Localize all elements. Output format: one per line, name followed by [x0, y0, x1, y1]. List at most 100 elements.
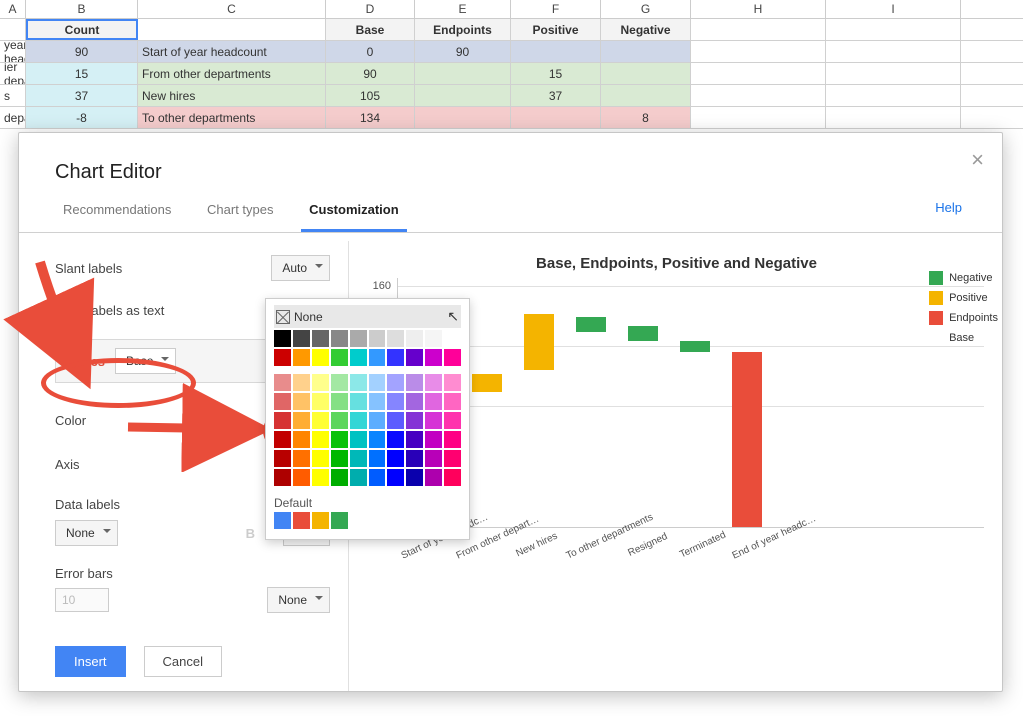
- swatch[interactable]: [350, 450, 367, 467]
- swatch[interactable]: [387, 469, 404, 486]
- swatch[interactable]: [274, 450, 291, 467]
- swatch[interactable]: [387, 374, 404, 391]
- col-B[interactable]: B: [26, 0, 138, 18]
- swatch[interactable]: [369, 374, 386, 391]
- swatch[interactable]: [350, 431, 367, 448]
- swatch[interactable]: [369, 393, 386, 410]
- col-I[interactable]: I: [826, 0, 961, 18]
- swatch[interactable]: [425, 330, 442, 347]
- swatch[interactable]: [293, 330, 310, 347]
- header-negative[interactable]: Negative: [601, 19, 691, 40]
- swatch[interactable]: [406, 469, 423, 486]
- swatch[interactable]: [425, 469, 442, 486]
- swatch[interactable]: [312, 469, 329, 486]
- swatch[interactable]: [350, 330, 367, 347]
- swatch[interactable]: [406, 393, 423, 410]
- swatch[interactable]: [331, 349, 348, 366]
- swatch[interactable]: [425, 450, 442, 467]
- swatch[interactable]: [387, 330, 404, 347]
- close-icon[interactable]: ×: [971, 147, 984, 173]
- header-endpoints[interactable]: Endpoints: [415, 19, 511, 40]
- swatch[interactable]: [293, 393, 310, 410]
- col-D[interactable]: D: [326, 0, 415, 18]
- error-bars-type[interactable]: None: [267, 587, 330, 613]
- swatch[interactable]: [350, 412, 367, 429]
- swatch[interactable]: [406, 330, 423, 347]
- swatch[interactable]: [387, 431, 404, 448]
- swatch[interactable]: [425, 412, 442, 429]
- col-G[interactable]: G: [601, 0, 691, 18]
- tab-chart-types[interactable]: Chart types: [199, 192, 281, 229]
- data-labels-select[interactable]: None: [55, 520, 118, 546]
- swatch[interactable]: [369, 330, 386, 347]
- default-swatch[interactable]: [312, 512, 329, 529]
- swatch[interactable]: [369, 469, 386, 486]
- swatch[interactable]: [387, 349, 404, 366]
- col-E[interactable]: E: [415, 0, 511, 18]
- table-row[interactable]: departments -8 To other departments 134 …: [0, 107, 1023, 129]
- swatch[interactable]: [444, 431, 461, 448]
- swatch[interactable]: [406, 374, 423, 391]
- col-H[interactable]: H: [691, 0, 826, 18]
- swatch[interactable]: [406, 412, 423, 429]
- swatch[interactable]: [331, 374, 348, 391]
- swatch[interactable]: [274, 412, 291, 429]
- header-count[interactable]: Count: [26, 19, 138, 40]
- swatch[interactable]: [425, 431, 442, 448]
- col-F[interactable]: F: [511, 0, 601, 18]
- swatch[interactable]: [425, 393, 442, 410]
- swatch[interactable]: [274, 374, 291, 391]
- swatch[interactable]: [444, 412, 461, 429]
- help-link[interactable]: Help: [935, 200, 962, 215]
- swatch[interactable]: [312, 450, 329, 467]
- swatch[interactable]: [274, 330, 291, 347]
- swatch[interactable]: [274, 349, 291, 366]
- swatch[interactable]: [369, 412, 386, 429]
- swatch[interactable]: [274, 393, 291, 410]
- insert-button[interactable]: Insert: [55, 646, 126, 677]
- error-bars-input[interactable]: [55, 588, 109, 612]
- swatch[interactable]: [369, 450, 386, 467]
- swatch[interactable]: [312, 431, 329, 448]
- swatch[interactable]: [293, 412, 310, 429]
- swatch[interactable]: [274, 469, 291, 486]
- swatch[interactable]: [387, 412, 404, 429]
- cancel-button[interactable]: Cancel: [144, 646, 222, 677]
- swatch[interactable]: [293, 469, 310, 486]
- swatch[interactable]: [331, 431, 348, 448]
- tab-recommendations[interactable]: Recommendations: [55, 192, 179, 229]
- swatch[interactable]: [406, 349, 423, 366]
- tab-customization[interactable]: Customization: [301, 192, 407, 232]
- swatch[interactable]: [425, 374, 442, 391]
- swatch[interactable]: [331, 412, 348, 429]
- swatch[interactable]: [274, 431, 291, 448]
- swatch[interactable]: [387, 393, 404, 410]
- table-row[interactable]: s 37 New hires 105 37: [0, 85, 1023, 107]
- table-row[interactable]: year headcount 90 Start of year headcoun…: [0, 41, 1023, 63]
- swatch[interactable]: [331, 450, 348, 467]
- swatch[interactable]: [369, 349, 386, 366]
- swatch[interactable]: [331, 469, 348, 486]
- swatch[interactable]: [293, 374, 310, 391]
- swatch[interactable]: [444, 349, 461, 366]
- swatch[interactable]: [312, 330, 329, 347]
- series-value[interactable]: Base: [115, 348, 176, 374]
- slant-labels-select[interactable]: Auto: [271, 255, 330, 281]
- swatch[interactable]: [312, 349, 329, 366]
- header-base[interactable]: Base: [326, 19, 415, 40]
- default-swatch[interactable]: [331, 512, 348, 529]
- bold-button[interactable]: B: [246, 526, 255, 541]
- col-C[interactable]: C: [138, 0, 326, 18]
- col-A[interactable]: A: [0, 0, 26, 18]
- swatch[interactable]: [350, 374, 367, 391]
- swatch[interactable]: [444, 374, 461, 391]
- swatch[interactable]: [293, 450, 310, 467]
- swatch[interactable]: [331, 393, 348, 410]
- swatch[interactable]: [312, 412, 329, 429]
- swatch[interactable]: [350, 393, 367, 410]
- swatch[interactable]: [444, 393, 461, 410]
- swatch[interactable]: [293, 349, 310, 366]
- swatch[interactable]: [387, 450, 404, 467]
- swatch[interactable]: [444, 469, 461, 486]
- swatch[interactable]: [312, 393, 329, 410]
